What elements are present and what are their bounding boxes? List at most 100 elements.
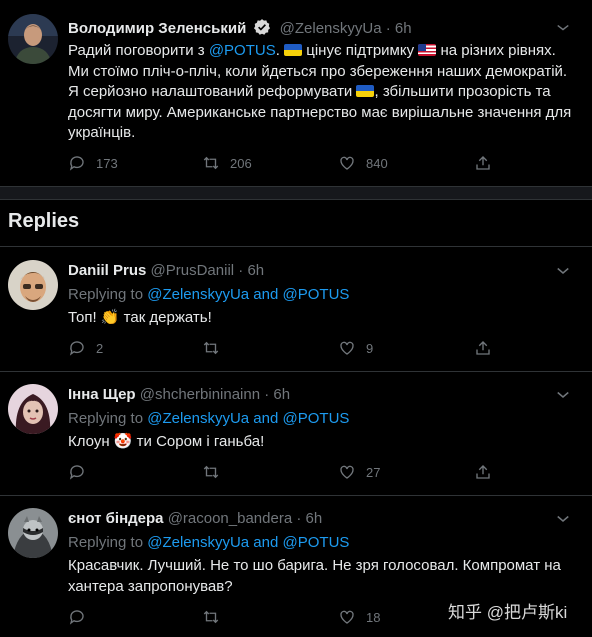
ukraine-flag-icon: [356, 85, 375, 97]
tweet-header: Володимир Зеленський @ZelenskyyUa · 6h: [68, 18, 412, 42]
reply-button[interactable]: 173: [68, 154, 118, 172]
heart-icon: [340, 341, 354, 355]
replying-to-link[interactable]: @ZelenskyyUa and @POTUS: [147, 410, 349, 427]
retweet-icon: [203, 341, 219, 355]
tweet-header: єнот біндера @racoon_bandera · 6h: [68, 509, 322, 529]
display-name[interactable]: Інна Щер: [68, 386, 136, 403]
heart-icon: [340, 156, 354, 170]
replies-heading: Replies: [8, 210, 80, 232]
retweet-button[interactable]: [202, 463, 220, 481]
like-button[interactable]: 840: [338, 154, 388, 172]
avatar[interactable]: [8, 260, 58, 310]
text-segment: .: [275, 42, 285, 59]
like-button[interactable]: 18: [338, 608, 380, 626]
mention-link[interactable]: @POTUS: [209, 42, 276, 59]
clapping-hands-icon: 👏: [100, 309, 120, 326]
like-button[interactable]: 27: [338, 463, 380, 481]
like-count: 27: [366, 464, 381, 480]
like-button[interactable]: 9: [338, 339, 373, 357]
replying-to: Replying to @ZelenskyyUa and @POTUS: [68, 533, 349, 553]
retweet-button[interactable]: [202, 608, 220, 626]
dot-separator: ·: [296, 510, 306, 527]
replying-to: Replying to @ZelenskyyUa and @POTUS: [68, 285, 349, 305]
share-button[interactable]: [474, 154, 492, 172]
display-name[interactable]: Daniil Prus: [68, 262, 146, 279]
share-icon: [476, 341, 490, 355]
replying-prefix: Replying to: [68, 286, 148, 303]
tweet-text: Красавчик. Лучший. Не то шо барига. Не з…: [68, 556, 578, 597]
timestamp[interactable]: 6h: [247, 262, 264, 279]
replying-to: Replying to @ZelenskyyUa and @POTUS: [68, 409, 349, 429]
retweet-icon: [203, 465, 219, 479]
text-segment: Клоун: [68, 433, 114, 450]
timestamp[interactable]: 6h: [273, 386, 290, 403]
reply-button[interactable]: [68, 463, 86, 481]
tweet-actions: 18: [68, 608, 508, 630]
more-options-icon[interactable]: [554, 509, 572, 527]
retweet-button[interactable]: [202, 339, 220, 357]
timestamp[interactable]: 6h: [395, 20, 412, 37]
text-segment: так держать!: [119, 309, 212, 326]
more-options-icon[interactable]: [554, 18, 572, 36]
reply-button[interactable]: 2: [68, 339, 103, 357]
avatar[interactable]: [8, 14, 58, 64]
tweet-actions: 173 206 840: [68, 154, 508, 176]
reply-count: 2: [96, 340, 104, 356]
handle[interactable]: @PrusDaniil: [151, 262, 235, 279]
more-options-icon[interactable]: [554, 385, 572, 403]
reply-count: 173: [96, 155, 118, 171]
text-segment: Топ!: [68, 309, 101, 326]
retweet-icon: [203, 610, 219, 624]
reply-icon: [69, 156, 84, 171]
replying-to-link[interactable]: @ZelenskyyUa and @POTUS: [147, 534, 349, 551]
usa-flag-icon: [418, 44, 437, 56]
tweet-actions: 2 9: [68, 339, 508, 361]
like-count: 18: [366, 609, 381, 625]
replying-to-link[interactable]: @ZelenskyyUa and @POTUS: [147, 286, 349, 303]
heart-icon: [340, 465, 354, 479]
reply-button[interactable]: [68, 608, 86, 626]
text-segment: цінує підтримку: [302, 42, 419, 59]
display-name[interactable]: Володимир Зеленський: [68, 20, 246, 37]
tweet-actions: 27: [68, 463, 508, 485]
reply-tweet[interactable]: Daniil Prus @PrusDaniil · 6h Replying to…: [0, 247, 592, 371]
share-icon: [476, 465, 490, 479]
clown-face-icon: 🤡: [113, 433, 133, 450]
reply-icon: [69, 610, 84, 625]
reply-tweet[interactable]: Інна Щер @shcherbininainn · 6h Replying …: [0, 372, 592, 495]
retweet-icon: [203, 156, 219, 170]
avatar[interactable]: [8, 384, 58, 434]
reply-icon: [69, 465, 84, 480]
watermark: 知乎 @把卢斯ki: [448, 603, 568, 622]
section-divider: [0, 186, 592, 200]
handle[interactable]: @racoon_bandera: [168, 510, 292, 527]
text-segment: ти Сором і ганьба!: [132, 433, 265, 450]
timestamp[interactable]: 6h: [306, 510, 323, 527]
ukraine-flag-icon: [284, 44, 303, 56]
more-options-icon[interactable]: [554, 261, 572, 279]
tweet-text: Топ! 👏 так держать!: [68, 308, 578, 329]
text-segment: Красавчик. Лучший. Не то шо барига. Не з…: [68, 557, 561, 595]
share-button[interactable]: [474, 339, 492, 357]
retweet-count: 206: [230, 155, 252, 171]
like-count: 9: [366, 340, 374, 356]
heart-icon: [340, 610, 354, 624]
handle[interactable]: @ZelenskyyUa: [280, 20, 382, 37]
tweet-header: Інна Щер @shcherbininainn · 6h: [68, 385, 290, 405]
display-name[interactable]: єнот біндера: [68, 510, 164, 527]
share-button[interactable]: [474, 463, 492, 481]
like-count: 840: [366, 155, 388, 171]
dot-separator: ·: [385, 20, 395, 37]
replying-prefix: Replying to: [68, 534, 148, 551]
share-icon: [476, 156, 490, 170]
retweet-button[interactable]: 206: [202, 154, 252, 172]
reply-icon: [69, 341, 84, 356]
verified-badge-icon: [253, 18, 271, 42]
tweet-header: Daniil Prus @PrusDaniil · 6h: [68, 261, 264, 281]
tweet-text: Радий поговорити з @POTUS. цінує підтрим…: [68, 41, 578, 144]
avatar[interactable]: [8, 508, 58, 558]
handle[interactable]: @shcherbininainn: [140, 386, 260, 403]
replying-prefix: Replying to: [68, 410, 148, 427]
main-tweet[interactable]: Володимир Зеленський @ZelenskyyUa · 6h Р…: [0, 0, 592, 186]
text-segment: Радий поговорити з: [68, 42, 209, 59]
